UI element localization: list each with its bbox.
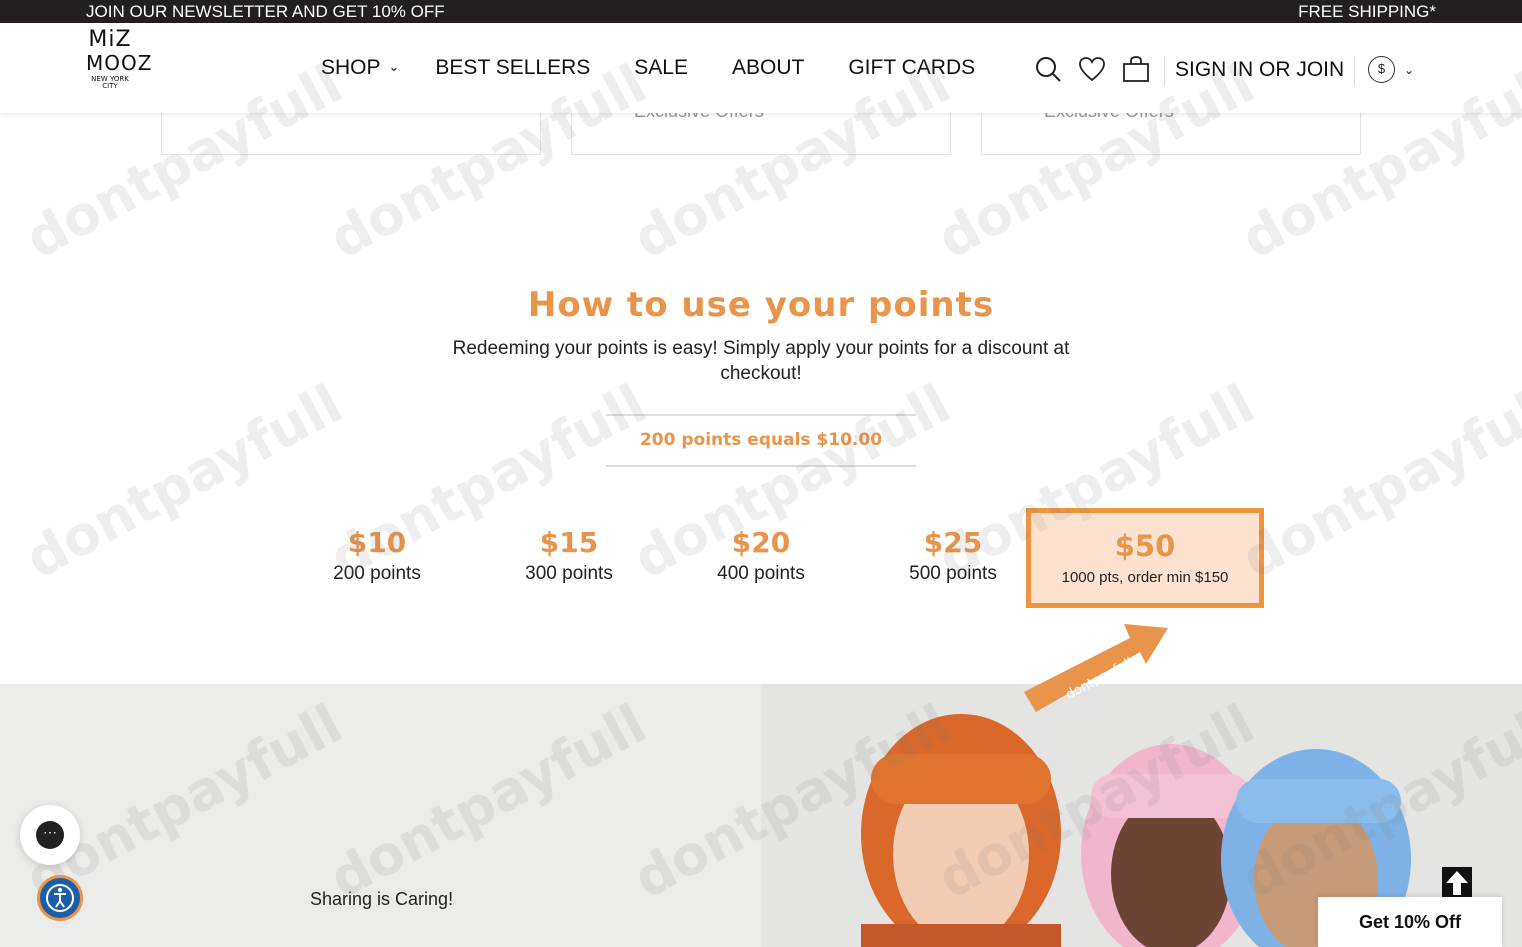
sharing-text: Sharing is Caring! <box>310 889 454 909</box>
mizmooz-logo[interactable]: MiZ MOOZ NEW YORK CITY <box>86 27 153 105</box>
points-rate: 200 points equals $10.00 <box>606 414 916 467</box>
logo-line-2: MOOZ <box>86 51 153 75</box>
site-header: MiZ MOOZ NEW YORK CITY SHOP ⌄ BEST SELLER… <box>0 23 1522 113</box>
sign-in-link[interactable]: SIGN IN OR JOIN <box>1175 58 1344 82</box>
tier-points: 400 points <box>717 563 805 584</box>
discount-popup-tab[interactable]: Get 10% Off <box>1318 897 1502 947</box>
nav-sale[interactable]: SALE <box>634 56 688 80</box>
tier-amount: $15 <box>539 526 599 559</box>
reward-tiers: $10 200 points $15 300 points $20 400 po… <box>281 508 1265 608</box>
watermark: dontpayfull <box>1231 372 1522 591</box>
reward-tier[interactable]: $10 200 points <box>281 508 473 608</box>
free-shipping-link[interactable]: FREE SHIPPING* <box>1298 0 1436 23</box>
logo-line-3: NEW YORK CITY <box>91 75 129 90</box>
header-divider <box>1354 56 1355 86</box>
heart-icon[interactable] <box>1078 55 1106 83</box>
tier-amount: $50 <box>1114 529 1176 563</box>
scroll-to-top-button[interactable] <box>1442 867 1472 899</box>
howto-title: How to use your points <box>527 285 995 325</box>
tier-points: 500 points <box>909 563 997 584</box>
nav-shop-label: SHOP <box>321 56 381 79</box>
currency-selector[interactable]: $ ⌄ <box>1368 56 1414 83</box>
tier-amount: $10 <box>347 526 407 559</box>
reward-tier[interactable]: $15 300 points <box>473 508 665 608</box>
tier-points: 1000 pts, order min $150 <box>1061 569 1229 586</box>
cart-icon[interactable] <box>1122 55 1150 83</box>
search-icon[interactable] <box>1034 55 1062 83</box>
reward-tier-active[interactable]: $50 1000 pts, order min $150 <box>1026 508 1264 608</box>
nav-about[interactable]: ABOUT <box>732 56 804 80</box>
newsletter-promo-link[interactable]: JOIN OUR NEWSLETTER AND GET 10% OFF <box>86 0 445 23</box>
watermark-arrow-logo: dontpayfull <box>1024 624 1168 712</box>
logo-line-1: MiZ <box>88 27 132 52</box>
nav-shop[interactable]: SHOP ⌄ <box>321 56 399 80</box>
currency-symbol: $ <box>1368 56 1395 83</box>
chevron-down-icon: ⌄ <box>1404 62 1415 77</box>
main-nav: SHOP ⌄ BEST SELLERS SALE ABOUT GIFT CARDS <box>321 56 1019 80</box>
header-divider <box>1164 56 1165 86</box>
tier-amount: $20 <box>731 526 791 559</box>
chat-button[interactable]: ⋯ <box>20 805 80 865</box>
chevron-down-icon: ⌄ <box>388 59 400 74</box>
header-icons <box>1034 55 1166 83</box>
nav-best-sellers[interactable]: BEST SELLERS <box>435 56 590 80</box>
tier-amount: $25 <box>923 526 983 559</box>
accessibility-icon <box>46 884 74 912</box>
reward-tier[interactable]: $25 500 points <box>857 508 1049 608</box>
accessibility-button[interactable] <box>37 875 83 921</box>
chat-bubble-icon: ⋯ <box>36 821 64 849</box>
announcement-bar: JOIN OUR NEWSLETTER AND GET 10% OFF FREE… <box>0 0 1522 23</box>
arrow-up-icon <box>1446 871 1468 895</box>
reward-tier[interactable]: $20 400 points <box>665 508 857 608</box>
nav-gift-cards[interactable]: GIFT CARDS <box>848 56 975 80</box>
tier-points: 300 points <box>525 563 613 584</box>
tier-points: 200 points <box>333 563 421 584</box>
howto-subtitle: Redeeming your points is easy! Simply ap… <box>452 338 1070 384</box>
